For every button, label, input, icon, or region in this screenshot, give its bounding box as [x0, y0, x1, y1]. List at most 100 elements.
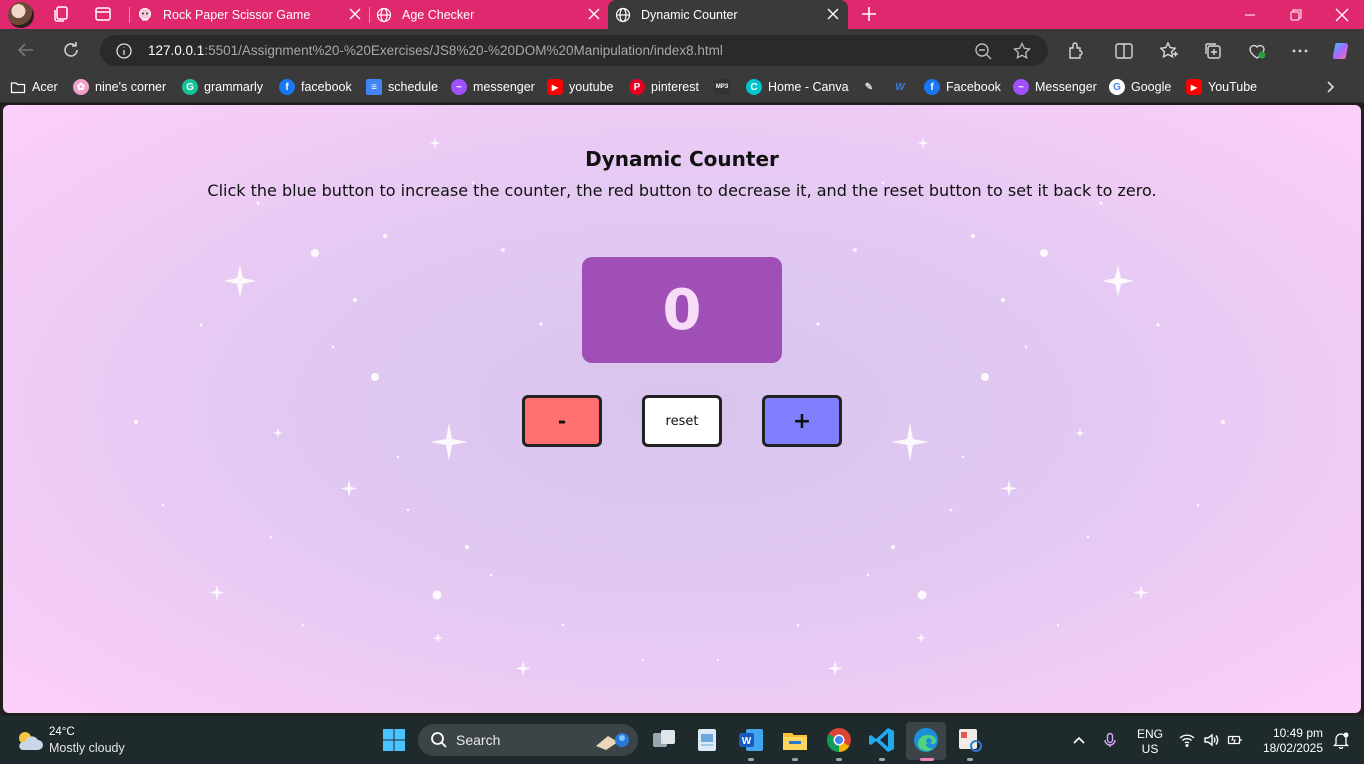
bookmark-label: Messenger [1035, 80, 1097, 94]
snipping-tool-icon[interactable] [956, 726, 984, 754]
bookmark-grammarly[interactable]: G grammarly [182, 79, 263, 95]
bookmark-w[interactable]: W [892, 79, 914, 95]
bookmark-youtube[interactable]: ▶ youtube [547, 79, 613, 95]
bookmark-mp3[interactable]: MP3 [714, 79, 736, 95]
mp3-icon: MP3 [714, 79, 730, 95]
notepad-app-icon[interactable] [693, 726, 721, 754]
close-icon [1335, 8, 1349, 21]
tab-dynamic-counter[interactable]: Dynamic Counter [608, 0, 848, 29]
extensions-icon[interactable] [1066, 41, 1086, 61]
zoom-out-icon[interactable] [974, 42, 992, 60]
tab-age-checker[interactable]: Age Checker [369, 0, 609, 29]
chevron-up-icon[interactable] [1071, 732, 1087, 748]
refresh-icon[interactable] [61, 40, 81, 60]
clock-date: 18/02/2025 [1262, 741, 1323, 755]
bookmark-quill[interactable]: ✎ [861, 79, 883, 95]
bookmark-messenger-2[interactable]: ~ Messenger [1013, 79, 1097, 95]
bookmark-label: Acer [32, 80, 58, 94]
profile-avatar[interactable] [8, 2, 34, 28]
svg-text:W: W [742, 736, 752, 747]
bookmark-messenger[interactable]: ~ messenger [451, 79, 535, 95]
bookmark-label: messenger [473, 80, 535, 94]
bookmark-label: pinterest [651, 80, 699, 94]
minimize-button[interactable] [1227, 0, 1273, 29]
google-icon: G [1109, 79, 1125, 95]
game-icon [137, 7, 153, 23]
more-options-icon[interactable] [1290, 41, 1310, 61]
taskbar: 24°C Mostly cloudy Search W ENG US 10:49… [0, 716, 1364, 764]
w-logo-icon: W [895, 81, 905, 93]
close-tab-icon[interactable] [587, 7, 601, 21]
quill-icon: ✎ [864, 81, 874, 93]
decrement-button[interactable]: - [522, 395, 602, 447]
bookmark-pinterest[interactable]: P pinterest [629, 79, 699, 95]
close-tab-icon[interactable] [826, 7, 840, 21]
word-app-icon[interactable]: W [737, 726, 765, 754]
system-clock[interactable]: 10:49 pm 18/02/2025 [1255, 726, 1323, 756]
wifi-icon[interactable] [1179, 732, 1195, 748]
favorites-icon[interactable] [1159, 41, 1179, 61]
language-region: US [1141, 742, 1159, 756]
bookmark-google[interactable]: G Google [1109, 79, 1171, 95]
browser-essentials-icon[interactable] [1247, 41, 1267, 61]
canva-icon: C [746, 79, 762, 95]
weather-widget[interactable]: 24°C Mostly cloudy [14, 725, 125, 756]
tab-strip: Rock Paper Scissor Game Age Checker Dyna… [0, 0, 1364, 29]
bookmark-facebook-2[interactable]: f Facebook [924, 79, 1001, 95]
bookmark-schedule[interactable]: ≡ schedule [366, 79, 438, 95]
site-info-icon[interactable] [116, 43, 132, 59]
chrome-app-icon[interactable] [825, 726, 853, 754]
notification-bell-icon[interactable] [1332, 731, 1350, 749]
pinterest-icon: P [629, 79, 645, 95]
language-indicator[interactable]: ENG US [1137, 727, 1163, 757]
bookmark-canva[interactable]: C Home - Canva [746, 79, 849, 95]
bookmark-label: youtube [569, 80, 614, 94]
windows-start-icon[interactable] [382, 728, 406, 752]
taskbar-search[interactable]: Search [418, 724, 638, 756]
docs-icon: ≡ [366, 79, 382, 95]
copilot-icon[interactable] [1331, 40, 1353, 62]
restore-button[interactable] [1273, 0, 1319, 29]
address-bar[interactable]: 127.0.0.1:5501/Assignment%20-%20Exercise… [100, 35, 1048, 66]
page-title: Dynamic Counter [585, 147, 779, 171]
search-icon [431, 732, 447, 748]
vscode-app-icon[interactable] [868, 726, 896, 754]
microphone-icon[interactable] [1102, 732, 1118, 748]
weather-condition: Mostly cloudy [49, 741, 125, 755]
tab-title: Age Checker [402, 7, 475, 22]
bookmark-label: Home - Canva [768, 80, 849, 94]
file-explorer-icon[interactable] [781, 726, 809, 754]
grammarly-icon: G [182, 79, 198, 95]
tab-title: Dynamic Counter [641, 7, 738, 22]
facebook-icon: f [924, 79, 940, 95]
reset-button[interactable]: reset [642, 395, 722, 447]
flower-icon: ✿ [73, 79, 89, 95]
bookmark-youtube-2[interactable]: ▶ YouTube [1186, 79, 1257, 95]
increment-button[interactable]: + [762, 395, 842, 447]
tab-actions-icon[interactable] [94, 5, 112, 23]
battery-icon[interactable] [1227, 732, 1243, 748]
bookmark-facebook[interactable]: f facebook [279, 79, 352, 95]
chevron-right-icon[interactable] [1322, 79, 1338, 95]
bookmark-label: YouTube [1208, 80, 1258, 94]
url-text[interactable]: 127.0.0.1:5501/Assignment%20-%20Exercise… [148, 43, 723, 58]
split-screen-icon[interactable] [1114, 41, 1134, 61]
collections-icon[interactable] [1203, 41, 1223, 61]
facebook-icon: f [279, 79, 295, 95]
edge-app-icon[interactable] [912, 726, 940, 754]
bookmark-nines-corner[interactable]: ✿ nine's corner [73, 79, 166, 95]
weather-temperature: 24°C [49, 726, 75, 738]
task-view-icon[interactable] [650, 726, 678, 754]
back-icon[interactable] [16, 40, 36, 60]
close-tab-icon[interactable] [348, 7, 362, 21]
bookmark-label: grammarly [204, 80, 264, 94]
favorite-star-icon[interactable] [1013, 42, 1031, 60]
close-window-button[interactable] [1319, 0, 1364, 29]
volume-icon[interactable] [1203, 732, 1219, 748]
new-tab-icon[interactable] [859, 4, 879, 24]
folder-icon [10, 82, 26, 94]
bookmark-acer[interactable]: Acer [10, 79, 58, 95]
messenger-icon: ~ [451, 79, 467, 95]
workspaces-icon[interactable] [52, 5, 70, 23]
tab-rock-paper-scissor[interactable]: Rock Paper Scissor Game [130, 0, 370, 29]
